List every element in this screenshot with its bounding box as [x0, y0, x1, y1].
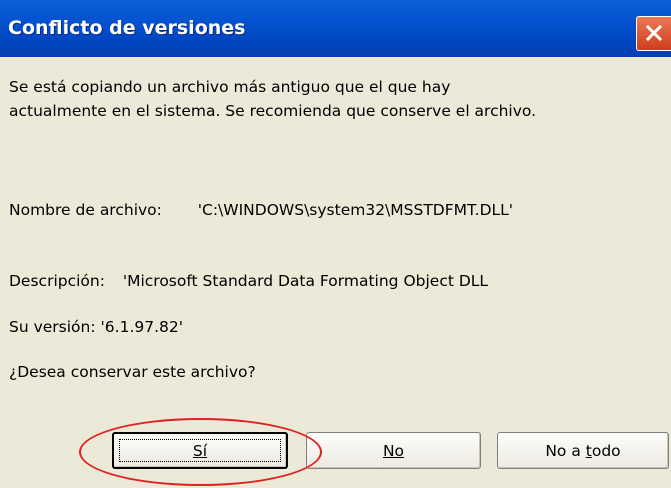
yes-button-label: Sí [192, 441, 208, 460]
close-button[interactable] [636, 16, 671, 51]
version-value: '6.1.97.82' [100, 318, 184, 336]
close-icon [645, 24, 663, 42]
window-title: Conflicto de versiones [8, 17, 246, 39]
file-row: Nombre de archivo: 'C:\WINDOWS\system32\… [9, 201, 513, 219]
yes-button[interactable]: Sí [112, 432, 288, 469]
no-button-label: No [382, 441, 405, 460]
title-bar: Conflicto de versiones [0, 0, 671, 57]
message-text: Se está copiando un archivo más antiguo … [9, 75, 536, 123]
message-line-1: Se está copiando un archivo más antiguo … [9, 78, 451, 96]
no-to-all-button-label: No a todo [545, 441, 621, 460]
no-to-all-button[interactable]: No a todo [497, 432, 669, 469]
message-line-2: actualmente en el sistema. Se recomienda… [9, 102, 537, 120]
description-row: Descripción: 'Microsoft Standard Data Fo… [9, 272, 488, 290]
description-label: Descripción: [9, 272, 105, 290]
no-button[interactable]: No [306, 432, 481, 469]
version-row: Su versión: '6.1.97.82' [9, 318, 183, 336]
dialog-body: Se está copiando un archivo más antiguo … [0, 57, 671, 488]
question-text: ¿Desea conservar este archivo? [9, 363, 256, 381]
file-label: Nombre de archivo: [9, 201, 162, 219]
version-label: Su versión: [9, 318, 96, 336]
file-value: 'C:\WINDOWS\system32\MSSTDFMT.DLL' [197, 201, 514, 219]
description-value: 'Microsoft Standard Data Formating Objec… [122, 272, 489, 290]
